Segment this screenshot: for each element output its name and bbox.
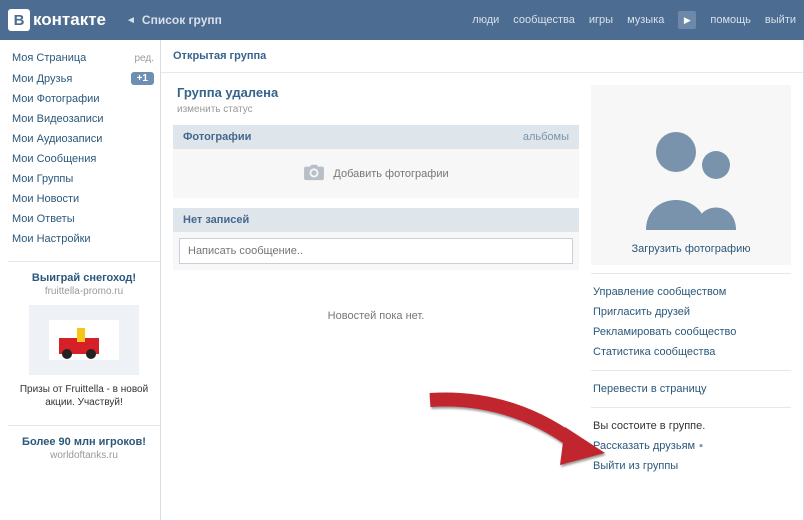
add-photos-button[interactable]: Добавить фотографии [173, 149, 579, 198]
chevron-left-icon: ◄ [126, 15, 136, 26]
edit-badge: ред. [134, 53, 154, 64]
albums-link[interactable]: альбомы [523, 131, 569, 143]
sidebar: Моя Страница ред. Мои Друзья +1 Мои Фотограф… [0, 40, 160, 520]
ad-domain: fruittella-promo.ru [12, 286, 156, 297]
member-status-text: Вы состоите в группе. [593, 416, 789, 436]
sidebar-item-label: Мои Видеозаписи [12, 113, 104, 125]
logo-text: контакте [33, 10, 106, 30]
ad-block[interactable]: Выиграй снегоход! fruittella-promo.ru Приз… [8, 261, 160, 413]
admin-links: Управление сообществомПригласить друзейР… [591, 273, 791, 370]
admin-link[interactable]: Статистика сообщества [593, 342, 789, 362]
ad-block[interactable]: Более 90 млн игроков! worldoftanks.ru [8, 425, 160, 465]
counter-badge: +1 [131, 72, 154, 85]
nav-logout[interactable]: выйти [765, 14, 796, 26]
play-icon[interactable]: ▶ [678, 11, 696, 29]
nav-music[interactable]: музыка [627, 14, 664, 26]
logo[interactable]: В контакте [8, 9, 106, 31]
sidebar-item[interactable]: Мои Ответы [8, 209, 160, 229]
admin-link[interactable]: Рекламировать сообщество [593, 322, 789, 342]
leave-group-link[interactable]: Выйти из группы [593, 456, 789, 476]
sidebar-item-label: Мои Новости [12, 193, 79, 205]
people-icon [631, 120, 751, 230]
ad-title: Выиграй снегоход! [12, 272, 156, 284]
no-posts-header: Нет записей [183, 214, 249, 226]
convert-to-page-link[interactable]: Перевести в страницу [593, 379, 789, 399]
ad-domain: worldoftanks.ru [12, 450, 156, 461]
page-title: Открытая группа [161, 40, 803, 73]
posts-block: Нет записей [173, 208, 579, 270]
group-status[interactable]: изменить статус [177, 104, 579, 115]
sidebar-item-label: Мои Группы [12, 173, 73, 185]
breadcrumb-label: Список групп [142, 13, 222, 27]
group-avatar: Загрузить фотографию [591, 85, 791, 265]
speech-bubble-icon: ▪ [699, 440, 703, 452]
sidebar-item-label: Мои Настройки [12, 233, 91, 245]
sidebar-item-label: Мои Сообщения [12, 153, 96, 165]
sidebar-item[interactable]: Мои Настройки [8, 229, 160, 249]
ad-image [29, 305, 139, 375]
sidebar-item[interactable]: Мои Сообщения [8, 149, 160, 169]
photos-block: Фотографии альбомы Добавить фотографии [173, 125, 579, 198]
admin-link[interactable]: Управление сообществом [593, 282, 789, 302]
sidebar-item[interactable]: Мои Видеозаписи [8, 109, 160, 129]
nav-communities[interactable]: сообщества [513, 14, 575, 26]
admin-link[interactable]: Пригласить друзей [593, 302, 789, 322]
sidebar-item-label: Мои Аудиозаписи [12, 133, 102, 145]
post-input[interactable] [179, 238, 573, 264]
nav-games[interactable]: игры [589, 14, 613, 26]
sidebar-item[interactable]: Мои Друзья +1 [8, 68, 160, 89]
sidebar-item-label: Мои Фотографии [12, 93, 99, 105]
sidebar-item-label: Мои Друзья [12, 73, 72, 85]
sidebar-item[interactable]: Мои Группы [8, 169, 160, 189]
sidebar-item[interactable]: Моя Страница ред. [8, 48, 160, 68]
camera-icon [303, 163, 325, 184]
sidebar-item[interactable]: Мои Фотографии [8, 89, 160, 109]
nav-help[interactable]: помощь [710, 14, 751, 26]
group-name: Группа удалена [177, 85, 579, 100]
upload-photo-link[interactable]: Загрузить фотографию [632, 243, 751, 255]
logo-icon: В [8, 9, 30, 31]
ad-description: Призы от Fruittella - в новой акции. Уча… [12, 383, 156, 409]
sidebar-item[interactable]: Мои Новости [8, 189, 160, 209]
add-photos-label: Добавить фотографии [333, 168, 448, 180]
content: Открытая группа Группа удалена изменить … [160, 40, 804, 520]
top-nav: люди сообщества игры музыка ▶ помощь вый… [472, 11, 796, 29]
tell-friends-link[interactable]: Рассказать друзьям [593, 436, 695, 456]
photos-header: Фотографии [183, 131, 251, 143]
sidebar-item-label: Моя Страница [12, 52, 86, 64]
sidebar-item-label: Мои Ответы [12, 213, 75, 225]
sidebar-item[interactable]: Мои Аудиозаписи [8, 129, 160, 149]
breadcrumb[interactable]: ◄ Список групп [126, 13, 222, 27]
top-bar: В контакте ◄ Список групп люди сообществ… [0, 0, 804, 40]
nav-people[interactable]: люди [472, 14, 499, 26]
ad-title: Более 90 млн игроков! [12, 436, 156, 448]
no-news-text: Новостей пока нет. [173, 280, 579, 352]
